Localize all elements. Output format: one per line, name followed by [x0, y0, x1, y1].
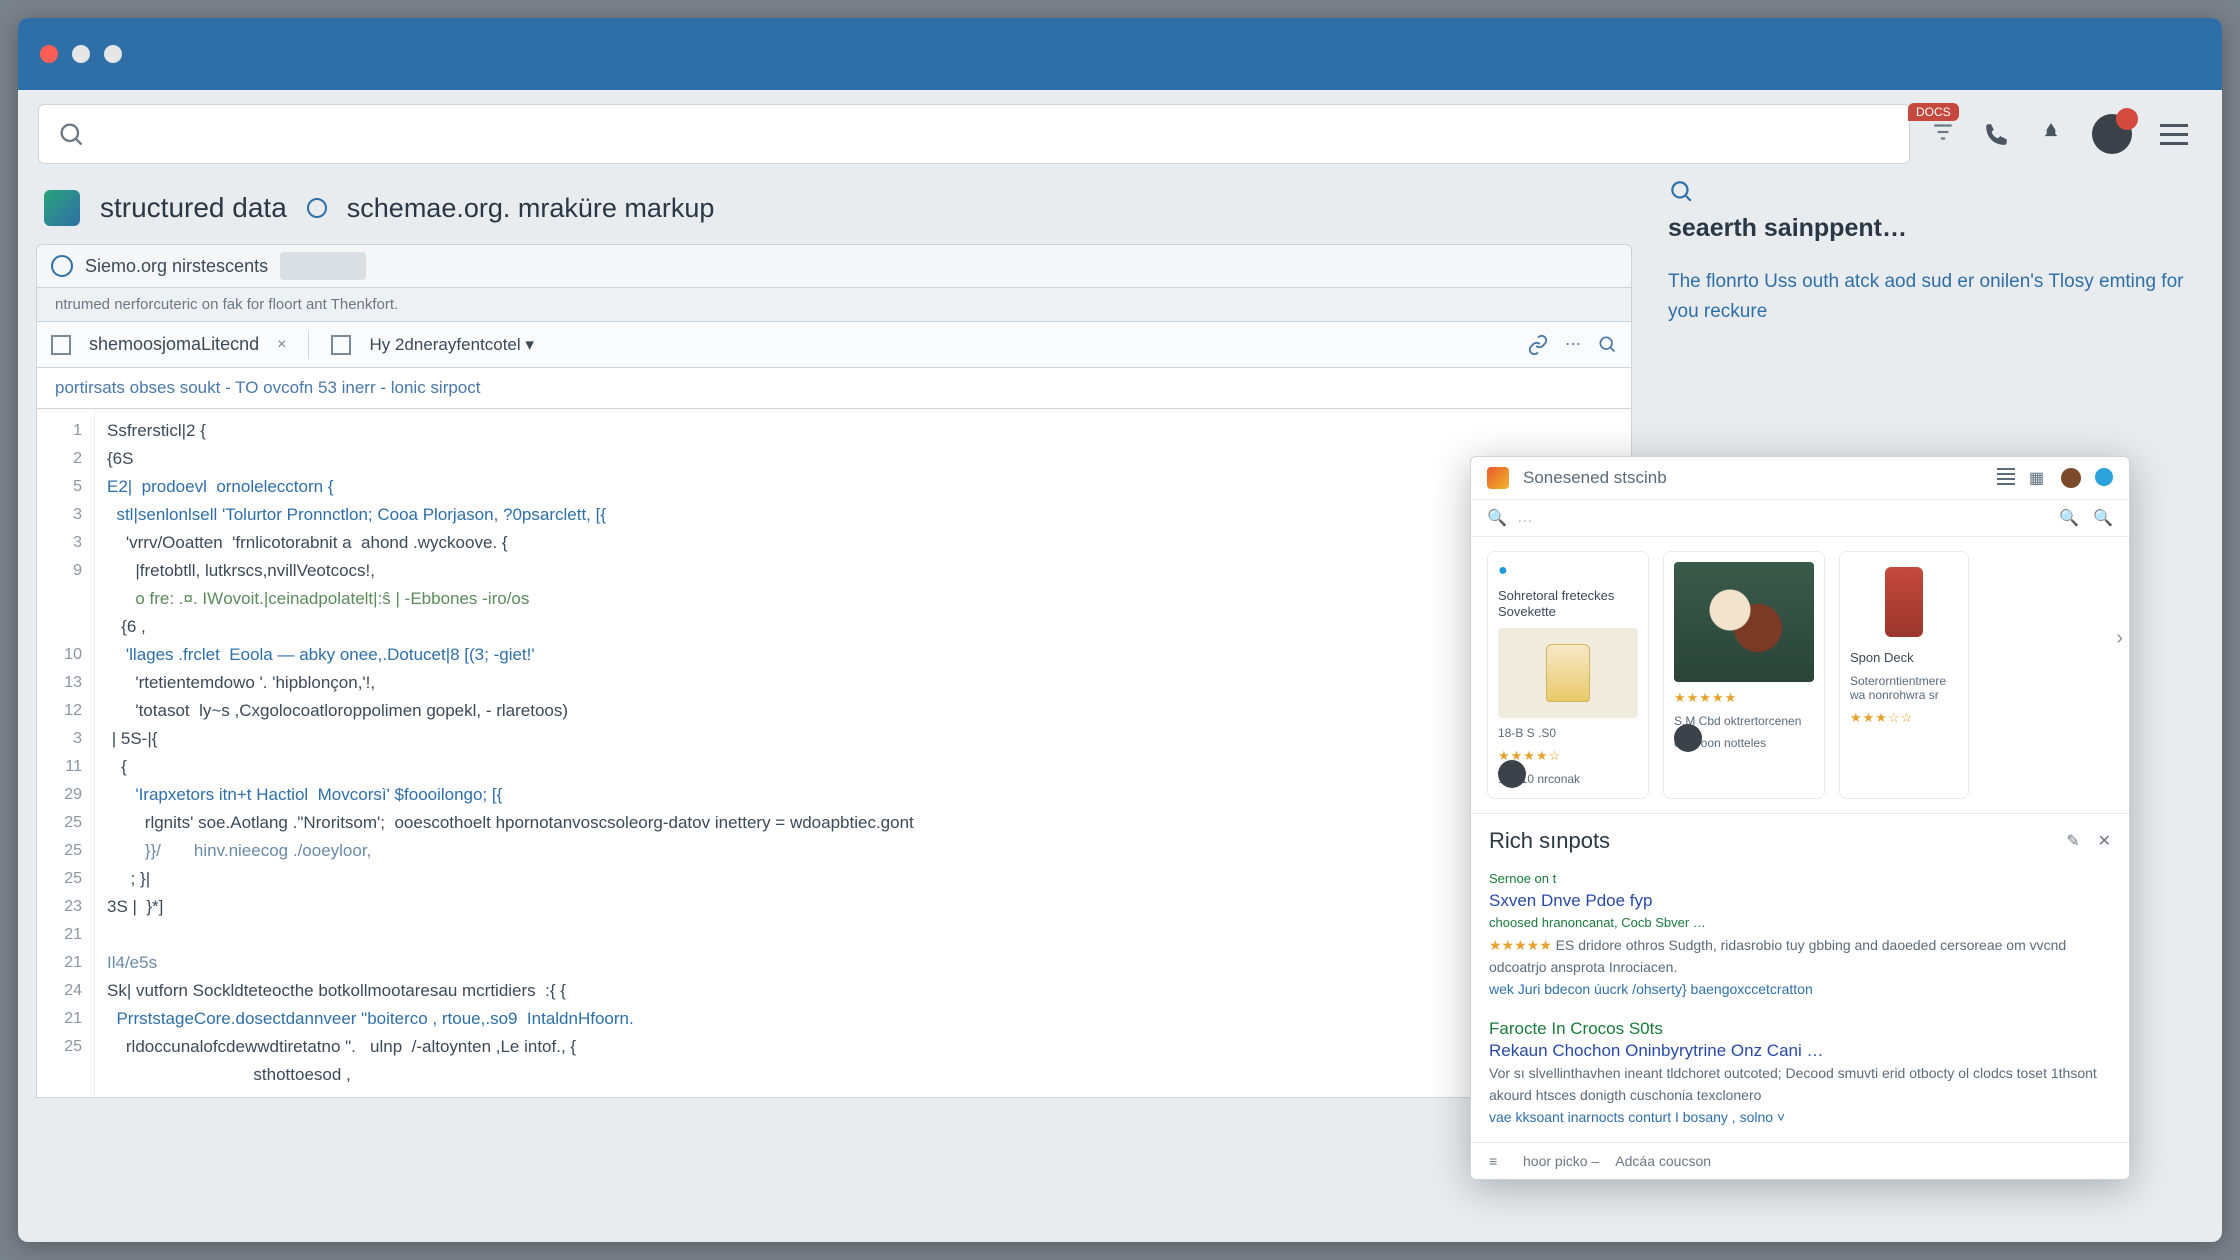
divider — [308, 331, 309, 359]
popup-logo-icon — [1487, 467, 1509, 489]
settings-dot-icon[interactable] — [2095, 468, 2113, 486]
side-description: The flonrto Uss outh atck aod sud er oni… — [1668, 267, 2194, 327]
seller-avatar — [1498, 760, 1526, 788]
seller-avatar — [1674, 724, 1702, 752]
view-list-icon[interactable] — [1997, 468, 2015, 486]
code-path: portirsats obses soukt - TO ovcofn 53 in… — [36, 368, 1632, 409]
main-pane: structured data schemae.org. mraküre mar… — [18, 178, 1662, 1242]
file-checkbox[interactable] — [51, 335, 71, 355]
breadcrumb: structured data schemae.org. mraküre mar… — [36, 178, 1632, 244]
popup-header: Sonesened stscinb ▦ — [1471, 457, 2129, 500]
crumb-primary: structured data — [100, 192, 287, 224]
global-search[interactable] — [38, 104, 1910, 164]
toolbar-actions: DOCS — [1930, 114, 2202, 154]
search-result[interactable]: Sernoe on t Sxven Dnve Pdoe fyp choosed … — [1489, 868, 2111, 1000]
file-tools: ⋯ — [1527, 334, 1617, 356]
mini-search-icon[interactable] — [1597, 334, 1617, 354]
result-cards: ● Sohretoral freteckes Sovekette 18-B S … — [1471, 537, 2129, 813]
tab-strip: Siemo.org nirstescents — [36, 244, 1632, 288]
search-result[interactable]: Farocte In Crocos S0ts Rekaun Chochon On… — [1489, 1018, 2111, 1128]
mic-icon[interactable]: 🔍 — [2059, 508, 2079, 528]
star-rating: ★★★☆☆ — [1850, 710, 1958, 726]
edit-icon[interactable]: ✎ — [2066, 831, 2079, 851]
avatar[interactable] — [2092, 114, 2132, 154]
popup-footer: hoor picko – Adcáa coucson — [1471, 1142, 2129, 1179]
result-card[interactable]: ★★★★★ S.M Cbd oktrertorcenen otncroon no… — [1663, 551, 1825, 799]
popup-title: Sonesened stscinb — [1523, 468, 1667, 488]
section-title: Rich sınpots — [1489, 828, 1610, 854]
close-icon[interactable]: ✕ — [2098, 831, 2111, 851]
product-image — [1885, 567, 1923, 637]
popup-search-row: 🔍 … 🔍 🔍 — [1471, 500, 2129, 537]
search-icon — [57, 120, 85, 148]
camera-icon[interactable]: 🔍 — [2093, 508, 2113, 528]
toolbar: DOCS — [18, 90, 2222, 178]
tab-pill[interactable] — [280, 252, 366, 280]
search-dots: … — [1517, 509, 1536, 527]
view-grid-icon[interactable]: ▦ — [2029, 468, 2047, 486]
search-icon[interactable]: 🔍 — [1487, 508, 1507, 528]
results-popup: Sonesened stscinb ▦ 🔍 … 🔍 🔍 ● Sohretoral… — [1470, 456, 2130, 1180]
docs-badge: DOCS — [1908, 103, 1959, 121]
app-logo-icon — [44, 190, 80, 226]
pin-icon[interactable] — [2038, 121, 2064, 147]
file-name[interactable]: shemoosjomaLitecnd — [89, 334, 259, 355]
result-card[interactable]: Spon Deck Soterorntientmere wa nonrohwra… — [1839, 551, 1969, 799]
hamburger-menu-icon[interactable] — [2160, 124, 2188, 145]
link-icon[interactable] — [1527, 334, 1549, 356]
titlebar — [18, 18, 2222, 90]
crumb-sep-icon — [307, 198, 327, 218]
mini-avatar[interactable] — [2061, 468, 2081, 488]
breadcrumb-dots-icon[interactable]: ⋯ — [1565, 334, 1581, 356]
filter-icon — [1930, 119, 1956, 145]
star-rating: ★★★★★ — [1674, 690, 1814, 706]
close-tab-icon[interactable]: × — [277, 336, 286, 354]
menu-icon[interactable] — [1489, 1153, 1507, 1169]
tab-subtitle: ntrumed nerforcuteric on fak for floort … — [36, 288, 1632, 322]
product-image — [1546, 644, 1590, 702]
window-min-dot[interactable] — [72, 45, 90, 63]
app-window: DOCS structured data schemae.org. mrakür… — [18, 18, 2222, 1242]
search-icon — [1668, 178, 1694, 204]
phone-icon[interactable] — [1984, 121, 2010, 147]
tab-label[interactable]: Siemo.org nirstescents — [85, 256, 268, 277]
window-close-dot[interactable] — [40, 45, 58, 63]
window-max-dot[interactable] — [104, 45, 122, 63]
tab-target-icon — [51, 255, 73, 277]
carousel-next-icon[interactable]: › — [2116, 627, 2123, 650]
crumb-secondary: schemae.org. mraküre markup — [347, 193, 715, 224]
file-icon — [331, 335, 351, 355]
side-search[interactable] — [1668, 178, 2194, 204]
open-file-row: shemoosjomaLitecnd × Hy 2dnerayfentcotel… — [36, 322, 1632, 368]
product-image — [1674, 562, 1814, 682]
side-search-placeholder: seaerth sainppent… — [1668, 214, 2194, 243]
line-gutter: 12533910131231129252525232121242125 — [37, 409, 95, 1097]
rich-results-section: Rich sınpots ✎ ✕ Sernoe on t Sxven Dnve … — [1471, 813, 2129, 1142]
code-editor[interactable]: 12533910131231129252525232121242125 Ssfr… — [36, 409, 1632, 1098]
branch-dropdown[interactable]: Hy 2dnerayfentcotel ▾ — [369, 335, 533, 355]
result-card[interactable]: ● Sohretoral freteckes Sovekette 18-B S … — [1487, 551, 1649, 799]
code-body[interactable]: Ssfrersticl|2 { {6S E2| prodoevl ornolel… — [95, 409, 1631, 1097]
sort-button[interactable]: DOCS — [1930, 119, 1956, 150]
